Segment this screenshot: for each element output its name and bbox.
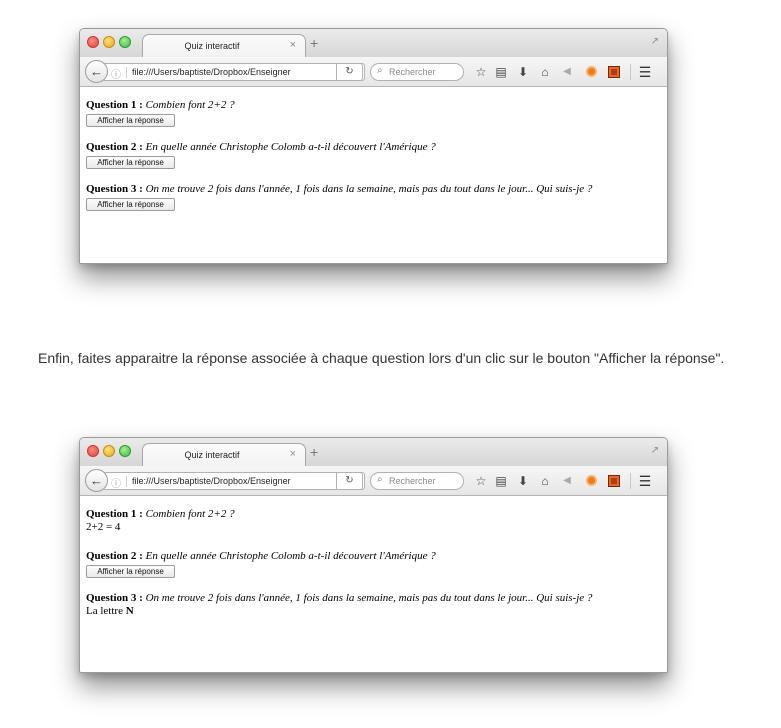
bookmark-star-icon[interactable]: ☆: [472, 472, 490, 490]
reload-button[interactable]: ↻: [336, 472, 363, 490]
question-label: Question 2 :: [86, 550, 143, 562]
answer-text: 2+2 = 4: [86, 521, 121, 533]
search-icon: ⌕: [377, 474, 383, 485]
instruction-paragraph: Enfin, faites apparaitre la réponse asso…: [38, 350, 725, 366]
answer-letter: N: [125, 605, 134, 617]
show-answer-button[interactable]: Afficher la réponse: [86, 114, 175, 127]
search-box[interactable]: ⌕: [370, 472, 464, 490]
tab-title: Quiz interactif: [184, 41, 240, 51]
show-answer-button[interactable]: Afficher la réponse: [86, 156, 175, 169]
question-text: Combien font 2+2 ?: [145, 99, 235, 111]
download-icon[interactable]: ⬇: [514, 63, 532, 81]
home-icon[interactable]: ⌂: [536, 472, 554, 490]
toolbar-separator: [630, 473, 631, 489]
hamburger-menu-icon[interactable]: ☰: [636, 63, 654, 81]
page-content: Question 1 : Combien font 2+2 ? Afficher…: [80, 87, 667, 225]
fullscreen-icon[interactable]: ↗: [651, 36, 659, 47]
question-label: Question 1 :: [86, 99, 143, 111]
url-separator: [126, 67, 127, 78]
back-button[interactable]: ←: [85, 469, 108, 492]
info-icon[interactable]: ⓘ: [111, 66, 121, 81]
search-icon: ⌕: [377, 65, 383, 76]
tab-close-icon[interactable]: ×: [290, 448, 296, 460]
question-label: Question 3 :: [86, 183, 143, 195]
tab-close-icon[interactable]: ×: [290, 39, 296, 51]
search-input[interactable]: [389, 475, 459, 487]
question-block: Question 2 : En quelle année Christophe …: [86, 550, 667, 592]
show-answer-button[interactable]: Afficher la réponse: [86, 565, 175, 578]
bookmarks-list-icon[interactable]: ▤: [492, 63, 510, 81]
question-text: Combien font 2+2 ?: [145, 508, 235, 520]
arrow-left-icon: ←: [90, 473, 103, 488]
share-icon[interactable]: ◀: [558, 63, 576, 81]
hamburger-menu-icon[interactable]: ☰: [636, 472, 654, 490]
question-block: Question 3 : On me trouve 2 fois dans l'…: [86, 183, 667, 225]
fullscreen-icon[interactable]: ↗: [651, 445, 659, 456]
search-box[interactable]: ⌕: [370, 63, 464, 81]
addon-icon[interactable]: [605, 63, 623, 81]
zoom-window-button[interactable]: [119, 445, 131, 457]
addon-icon[interactable]: [605, 472, 623, 490]
close-window-button[interactable]: [87, 445, 99, 457]
download-icon[interactable]: ⬇: [514, 472, 532, 490]
pocket-icon[interactable]: [582, 472, 600, 490]
question-block: Question 3 : On me trouve 2 fois dans l'…: [86, 592, 667, 634]
tab-title: Quiz interactif: [184, 450, 240, 460]
tab-bar: Quiz interactif × + ↗: [80, 438, 667, 467]
question-block: Question 1 : Combien font 2+2 ? Afficher…: [86, 99, 667, 141]
answer-prefix: La lettre: [86, 605, 123, 617]
question-text: En quelle année Christophe Colomb a-t-il…: [145, 141, 436, 153]
new-tab-button[interactable]: +: [310, 36, 318, 50]
info-icon[interactable]: ⓘ: [111, 475, 121, 490]
search-input[interactable]: [389, 66, 459, 78]
close-window-button[interactable]: [87, 36, 99, 48]
zoom-window-button[interactable]: [119, 36, 131, 48]
url-bar[interactable]: ⓘ file:///Users/baptiste/Dropbox/Enseign…: [104, 63, 365, 81]
nav-bar: ⓘ file:///Users/baptiste/Dropbox/Enseign…: [80, 57, 667, 87]
question-text: En quelle année Christophe Colomb a-t-il…: [145, 550, 436, 562]
url-text[interactable]: file:///Users/baptiste/Dropbox/Enseigner: [132, 476, 291, 486]
reload-button[interactable]: ↻: [336, 63, 363, 81]
url-text[interactable]: file:///Users/baptiste/Dropbox/Enseigner: [132, 67, 291, 77]
question-text: On me trouve 2 fois dans l'année, 1 fois…: [145, 592, 593, 604]
minimize-window-button[interactable]: [103, 445, 115, 457]
question-label: Question 1 :: [86, 508, 143, 520]
share-icon[interactable]: ◀: [558, 472, 576, 490]
browser-window-before: Quiz interactif × + ↗ ⓘ file:///Users/ba…: [79, 28, 668, 264]
tab-quiz[interactable]: Quiz interactif ×: [142, 34, 306, 58]
reload-icon: ↻: [345, 475, 354, 486]
arrow-left-icon: ←: [90, 64, 103, 79]
toolbar-separator: [630, 64, 631, 80]
tab-quiz[interactable]: Quiz interactif ×: [142, 443, 306, 467]
reload-icon: ↻: [345, 66, 354, 77]
browser-window-after: Quiz interactif × + ↗ ⓘ file:///Users/ba…: [79, 437, 668, 673]
tab-bar: Quiz interactif × + ↗: [80, 29, 667, 58]
url-separator: [126, 476, 127, 487]
url-bar[interactable]: ⓘ file:///Users/baptiste/Dropbox/Enseign…: [104, 472, 365, 490]
bookmarks-list-icon[interactable]: ▤: [492, 472, 510, 490]
question-block: Question 1 : Combien font 2+2 ? 2+2 = 4: [86, 508, 667, 550]
bookmark-star-icon[interactable]: ☆: [472, 63, 490, 81]
answer-text: La lettre N: [86, 605, 667, 618]
minimize-window-button[interactable]: [103, 36, 115, 48]
nav-bar: ⓘ file:///Users/baptiste/Dropbox/Enseign…: [80, 466, 667, 496]
page-content: Question 1 : Combien font 2+2 ? 2+2 = 4 …: [80, 496, 667, 634]
pocket-icon[interactable]: [582, 63, 600, 81]
new-tab-button[interactable]: +: [310, 445, 318, 459]
question-block: Question 2 : En quelle année Christophe …: [86, 141, 667, 183]
question-label: Question 2 :: [86, 141, 143, 153]
home-icon[interactable]: ⌂: [536, 63, 554, 81]
question-label: Question 3 :: [86, 592, 143, 604]
question-text: On me trouve 2 fois dans l'année, 1 fois…: [145, 183, 593, 195]
show-answer-button[interactable]: Afficher la réponse: [86, 198, 175, 211]
back-button[interactable]: ←: [85, 60, 108, 83]
